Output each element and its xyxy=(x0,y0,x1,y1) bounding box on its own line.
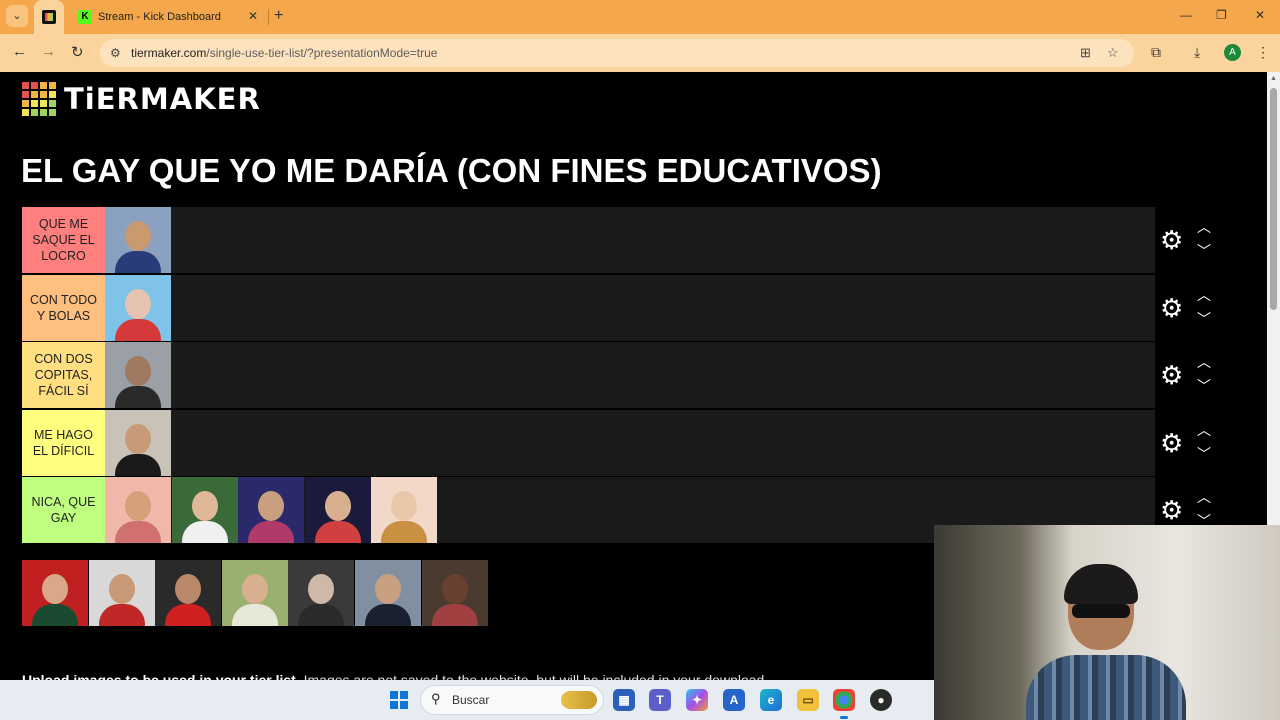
move-tier-down-chevron-icon[interactable]: ﹀ xyxy=(1197,241,1211,261)
extensions-icon[interactable]: ⧉ xyxy=(1151,44,1161,61)
address-bar[interactable]: ⚙ tiermaker.com/single-use-tier-list/?pr… xyxy=(100,39,1134,67)
teams-app-icon[interactable]: T xyxy=(649,689,671,711)
upload-instructions: Upload images to be used in your tier li… xyxy=(22,672,769,680)
store-app-icon[interactable]: ▦ xyxy=(613,689,635,711)
move-tier-up-chevron-icon[interactable]: ︿ xyxy=(1197,217,1211,237)
editor-app-icon[interactable]: A xyxy=(723,689,745,711)
bookmark-star-icon[interactable]: ☆ xyxy=(1107,45,1119,61)
webcam-overlay xyxy=(934,525,1280,720)
tier-drop-zone[interactable] xyxy=(105,409,1155,476)
tier-label[interactable]: CON TODO Y BOLAS xyxy=(22,274,105,341)
windows-start-icon[interactable] xyxy=(390,691,408,709)
tier-settings-gear-icon[interactable]: ⚙ xyxy=(1160,295,1183,321)
tier-item-image[interactable] xyxy=(371,477,438,543)
tier-settings-gear-icon[interactable]: ⚙ xyxy=(1160,362,1183,388)
kick-favicon-icon: K xyxy=(78,10,92,24)
move-tier-up-chevron-icon[interactable]: ︿ xyxy=(1197,420,1211,440)
tier-label[interactable]: NICA, QUE GAY xyxy=(22,477,105,543)
tier-row: CON TODO Y BOLAS ⚙ ︿ ﹀ xyxy=(22,274,1222,342)
tier-item-image[interactable] xyxy=(171,477,238,543)
minimize-button[interactable]: — xyxy=(1180,8,1192,22)
tier-label[interactable]: CON DOS COPITAS, FÁCIL SÍ xyxy=(22,342,105,408)
tier-item-image[interactable] xyxy=(105,274,171,341)
tier-item-image[interactable] xyxy=(105,207,171,273)
url-text[interactable]: tiermaker.com/single-use-tier-list/?pres… xyxy=(131,46,437,60)
page-title: EL GAY QUE YO ME DARÍA (CON FINES EDUCAT… xyxy=(21,152,882,189)
move-tier-down-chevron-icon[interactable]: ﹀ xyxy=(1197,376,1211,396)
tier-settings-gear-icon[interactable]: ⚙ xyxy=(1160,497,1183,523)
move-tier-down-chevron-icon[interactable]: ﹀ xyxy=(1197,309,1211,329)
streamer-figure xyxy=(1026,560,1186,720)
tiermaker-logo[interactable]: TiERMAKER xyxy=(22,82,261,116)
tier-table: QUE ME SAQUE EL LOCRO ⚙ ︿ ﹀ CON TODO Y BOLAS… xyxy=(22,207,1222,545)
site-info-icon[interactable]: ⚙ xyxy=(110,46,121,60)
new-tab-button[interactable]: + xyxy=(274,7,283,25)
tier-row: QUE ME SAQUE EL LOCRO ⚙ ︿ ﹀ xyxy=(22,207,1222,274)
tier-controls: ⚙ ︿ ﹀ xyxy=(1155,409,1222,476)
move-tier-up-chevron-icon[interactable]: ︿ xyxy=(1197,487,1211,507)
translate-icon[interactable]: ⊞ xyxy=(1080,45,1091,61)
tab-tiermaker[interactable] xyxy=(34,0,64,34)
logo-grid-icon xyxy=(22,82,56,116)
reload-icon[interactable]: ↻ xyxy=(71,43,84,61)
tier-row: CON DOS COPITAS, FÁCIL SÍ ⚙ ︿ ﹀ xyxy=(22,342,1222,409)
tier-item-image[interactable] xyxy=(105,342,171,408)
maximize-button[interactable]: ❐ xyxy=(1216,8,1227,22)
forward-arrow-icon[interactable]: → xyxy=(41,43,56,60)
file-explorer-icon[interactable]: ▭ xyxy=(797,689,819,711)
tab-title: Stream - Kick Dashboard xyxy=(98,11,221,23)
tier-controls: ⚙ ︿ ﹀ xyxy=(1155,342,1222,408)
move-tier-up-chevron-icon[interactable]: ︿ xyxy=(1197,285,1211,305)
unranked-item-image[interactable] xyxy=(221,560,288,626)
browser-toolbar: ← → ↻ ⚙ tiermaker.com/single-use-tier-li… xyxy=(0,34,1280,72)
tier-row: ME HAGO EL DÍFICIL ⚙ ︿ ﹀ xyxy=(22,409,1222,477)
tier-item-image[interactable] xyxy=(238,477,305,543)
chrome-active-indicator xyxy=(840,716,848,719)
unranked-item-image[interactable] xyxy=(354,560,421,626)
tab-kick-dashboard[interactable]: K Stream - Kick Dashboard ✕ xyxy=(70,0,266,34)
unranked-image-pool xyxy=(22,560,488,626)
tier-label[interactable]: ME HAGO EL DÍFICIL xyxy=(22,409,105,476)
search-highlight-image xyxy=(561,691,597,709)
unranked-item-image[interactable] xyxy=(22,560,88,626)
scroll-up-icon[interactable]: ▲ xyxy=(1270,75,1277,82)
logo-text: TiERMAKER xyxy=(64,82,261,116)
tab-search-chevron-icon[interactable]: ⌄ xyxy=(6,5,28,27)
download-icon[interactable]: ⤓ xyxy=(1194,44,1200,61)
tier-controls: ⚙ ︿ ﹀ xyxy=(1155,207,1222,273)
move-tier-down-chevron-icon[interactable]: ﹀ xyxy=(1197,444,1211,464)
back-arrow-icon[interactable]: ← xyxy=(12,43,27,60)
unranked-item-image[interactable] xyxy=(88,560,155,626)
tab-close-icon[interactable]: ✕ xyxy=(248,9,258,23)
tier-label[interactable]: QUE ME SAQUE EL LOCRO xyxy=(22,207,105,273)
windows-taskbar: ⚲ Buscar ▦ T ✦ A e ▭ ● xyxy=(0,680,934,720)
close-window-button[interactable]: ✕ xyxy=(1255,8,1265,22)
obs-app-icon[interactable]: ● xyxy=(870,689,892,711)
browser-tab-bar: ⌄ K Stream - Kick Dashboard ✕ + — ❐ ✕ xyxy=(0,0,1280,34)
tier-settings-gear-icon[interactable]: ⚙ xyxy=(1160,227,1183,253)
tier-item-image[interactable] xyxy=(105,477,171,543)
search-label: Buscar xyxy=(452,693,490,707)
tier-drop-zone[interactable] xyxy=(105,207,1155,273)
search-icon: ⚲ xyxy=(431,691,441,706)
chrome-app-icon[interactable] xyxy=(833,689,855,711)
menu-kebab-icon[interactable]: ⋮ xyxy=(1256,44,1270,61)
edge-app-icon[interactable]: e xyxy=(760,689,782,711)
tier-item-image[interactable] xyxy=(304,477,371,543)
unranked-item-image[interactable] xyxy=(155,560,222,626)
scroll-thumb[interactable] xyxy=(1270,88,1277,310)
tiermaker-favicon-icon xyxy=(42,10,56,24)
tier-controls: ⚙ ︿ ﹀ xyxy=(1155,274,1222,341)
tier-drop-zone[interactable] xyxy=(105,274,1155,341)
move-tier-up-chevron-icon[interactable]: ︿ xyxy=(1197,352,1211,372)
tier-settings-gear-icon[interactable]: ⚙ xyxy=(1160,430,1183,456)
unranked-item-image[interactable] xyxy=(421,560,488,626)
tier-item-image[interactable] xyxy=(105,409,171,476)
taskbar-search[interactable]: ⚲ Buscar xyxy=(420,685,604,715)
profile-avatar[interactable]: A xyxy=(1224,44,1241,61)
tier-drop-zone[interactable] xyxy=(105,342,1155,408)
unranked-item-image[interactable] xyxy=(288,560,355,626)
tab-separator xyxy=(268,9,269,25)
copilot-app-icon[interactable]: ✦ xyxy=(686,689,708,711)
